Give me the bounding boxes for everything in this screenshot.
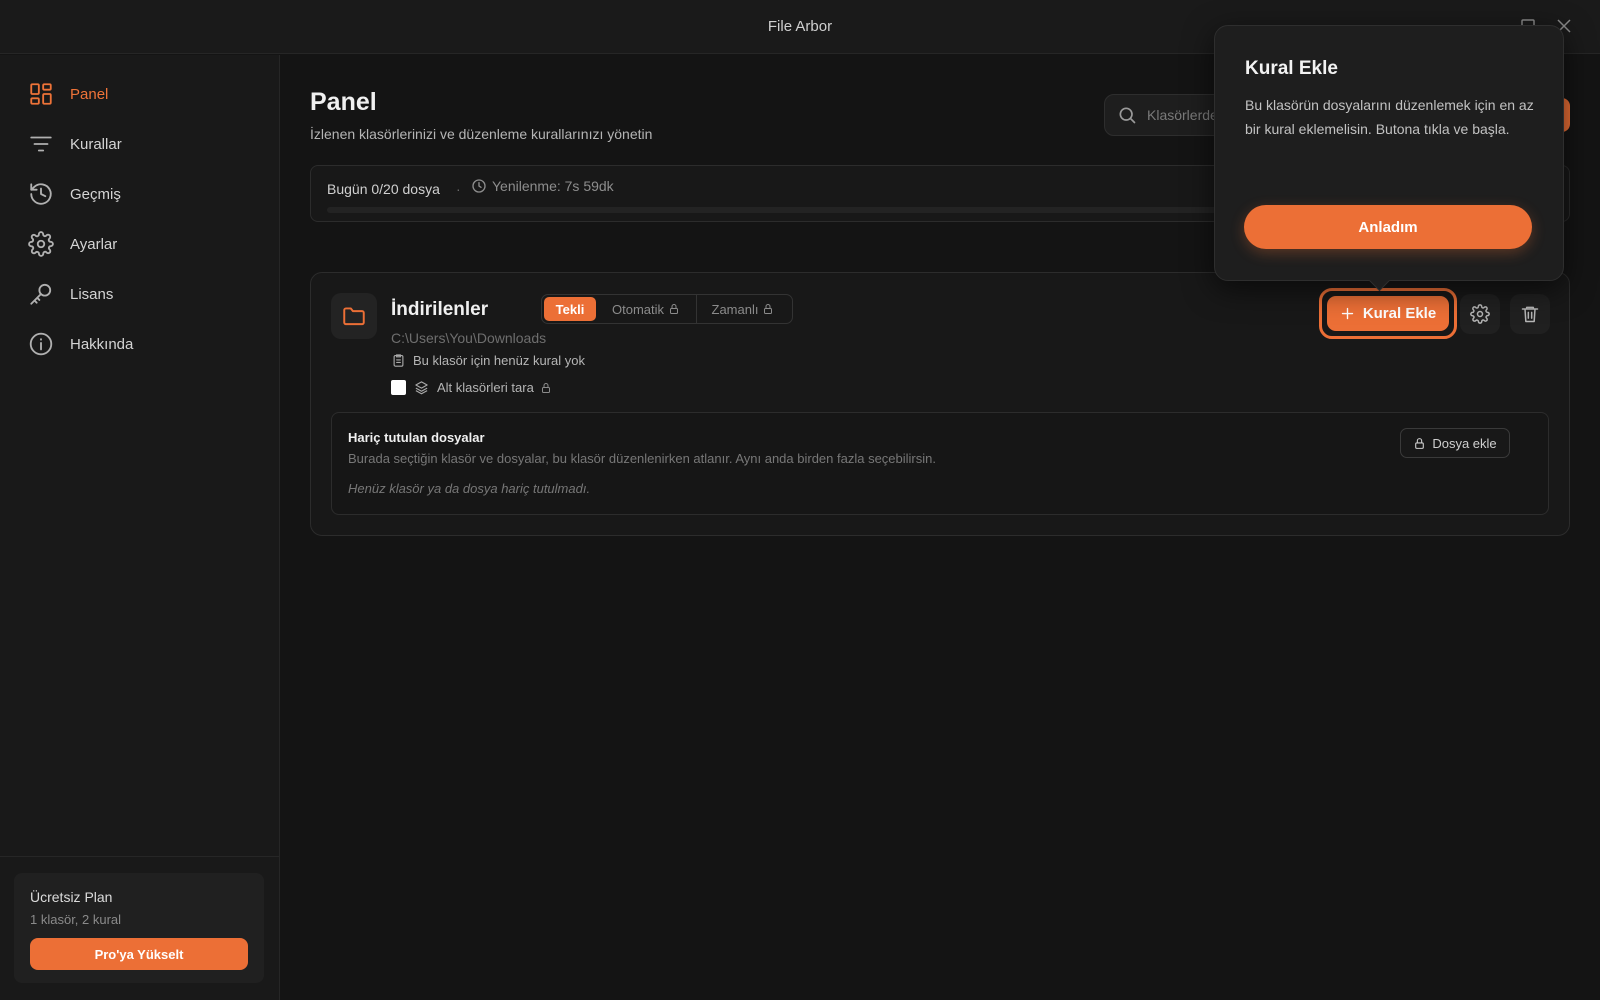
mode-label: Otomatik (611, 301, 664, 317)
sidebar-item-label: Kurallar (70, 135, 122, 153)
folder-name: İndirilenler (391, 299, 489, 320)
quota-renewal: Yenilenme: 7s 59dk (471, 178, 614, 194)
quota-separator: · (456, 181, 461, 197)
onboarding-popover: Kural Ekle Bu klasörün dosyalarını düzen… (1214, 25, 1564, 281)
excluded-description: Burada seçtiğin klasör ve dosyalar, bu k… (348, 451, 936, 466)
mode-label: Tekli (555, 301, 585, 317)
sidebar-item-license[interactable]: Lisans (28, 279, 258, 309)
plan-card: Ücretsiz Plan 1 klasör, 2 kural Pro'ya Y… (14, 873, 264, 983)
key-icon (30, 283, 52, 305)
plan-title: Ücretsiz Plan (30, 889, 113, 905)
no-rules-notice: Bu klasör için henüz kural yok (391, 353, 585, 368)
gear-icon (28, 231, 54, 257)
scan-subfolders-checkbox[interactable] (391, 380, 406, 395)
mode-automatic[interactable]: Otomatik (596, 297, 696, 321)
quota-count: Bugün 0/20 dosya (327, 181, 440, 197)
sidebar-item-label: Lisans (70, 285, 114, 303)
lock-icon (670, 304, 678, 314)
upgrade-button[interactable]: Pro'ya Yükselt (30, 938, 248, 970)
popover-body: Bu klasörün dosyalarını düzenlemek için … (1245, 97, 1534, 137)
page-subtitle: İzlenen klasörlerinizi ve düzenleme kura… (310, 126, 653, 142)
lock-icon (764, 304, 773, 314)
quota-renewal-text: Yenilenme: 7s 59dk (492, 178, 614, 194)
search-icon (1119, 107, 1136, 124)
sidebar: Panel Kurallar Geçmiş Ayarlar Lisans Hak… (0, 55, 280, 1000)
excluded-empty-state: Henüz klasör ya da dosya hariç tutulmadı… (348, 481, 591, 496)
mode-selector: Tekli Otomatik Zamanlı (541, 294, 793, 324)
add-file-button[interactable]: Dosya ekle (1400, 428, 1510, 458)
mode-label: Zamanlı (711, 301, 759, 317)
dashboard-icon (30, 83, 52, 105)
sidebar-item-label: Geçmiş (70, 185, 121, 203)
scan-subfolders-label: Alt klasörleri tara (437, 380, 534, 395)
trash-icon (1521, 306, 1539, 323)
folder-settings-button[interactable] (1460, 294, 1500, 334)
got-it-button[interactable]: Anladım (1244, 205, 1532, 249)
mode-scheduled[interactable]: Zamanlı (697, 297, 789, 321)
plus-icon (1341, 307, 1353, 320)
add-file-label: Dosya ekle (1432, 435, 1497, 451)
popover-title: Kural Ekle (1245, 58, 1338, 79)
filter-icon (30, 136, 52, 152)
lock-icon (1415, 437, 1425, 449)
excluded-files-panel: Hariç tutulan dosyalar Burada seçtiğin k… (331, 412, 1549, 515)
no-rules-text: Bu klasör için henüz kural yok (413, 353, 585, 368)
layers-icon (415, 381, 428, 395)
plan-usage: 1 klasör, 2 kural (30, 912, 122, 927)
scan-subfolders-option: Alt klasörleri tara (391, 380, 552, 395)
delete-folder-button[interactable] (1510, 294, 1550, 334)
lock-icon (541, 382, 550, 393)
sidebar-item-about[interactable]: Hakkında (28, 329, 258, 359)
sidebar-item-panel[interactable]: Panel (28, 79, 258, 109)
folder-icon-tile (331, 293, 377, 339)
add-rule-button[interactable]: Kural Ekle (1327, 296, 1449, 331)
gear-icon (1470, 304, 1490, 324)
sidebar-divider (0, 856, 279, 857)
mode-single[interactable]: Tekli (544, 297, 596, 321)
sidebar-item-label: Hakkında (70, 335, 134, 353)
clipboard-icon (393, 354, 404, 367)
history-icon (30, 183, 52, 205)
sidebar-item-settings[interactable]: Ayarlar (28, 229, 258, 259)
info-icon (29, 332, 53, 356)
folder-icon (343, 307, 365, 326)
folder-path: C:\Users\You\Downloads (391, 330, 547, 346)
excluded-title: Hariç tutulan dosyalar (348, 430, 485, 445)
sidebar-item-label: Ayarlar (70, 235, 118, 253)
sidebar-item-label: Panel (70, 85, 109, 103)
clock-icon (472, 179, 486, 193)
page-title: Panel (310, 88, 377, 116)
sidebar-item-history[interactable]: Geçmiş (28, 179, 258, 209)
sidebar-item-rules[interactable]: Kurallar (28, 129, 258, 159)
add-rule-label: Kural Ekle (1362, 305, 1437, 322)
